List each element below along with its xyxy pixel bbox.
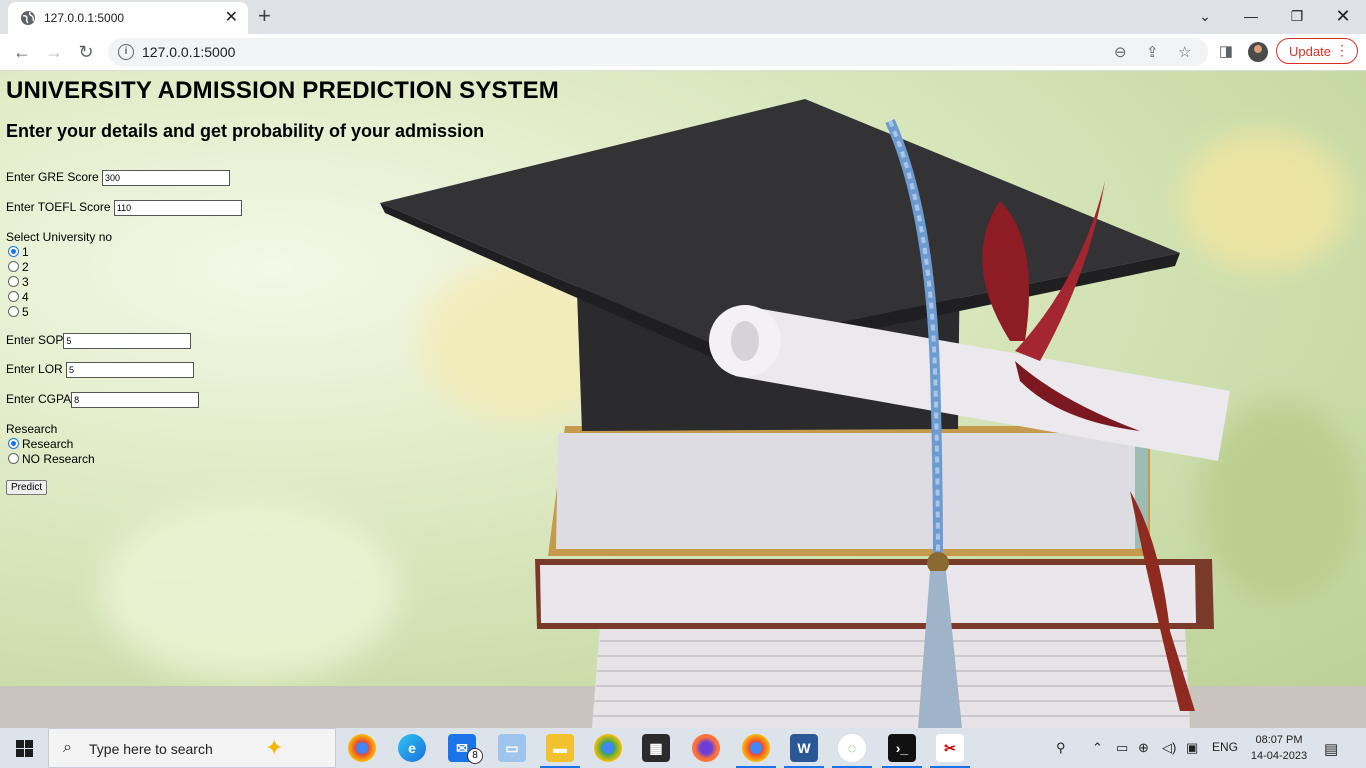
search-icon: ⌕ xyxy=(63,739,72,756)
university-option-label: 3 xyxy=(22,275,29,289)
university-option-3[interactable]: 3 xyxy=(8,275,29,289)
page-subtitle: Enter your details and get probability o… xyxy=(6,121,485,141)
university-option-2[interactable]: 2 xyxy=(8,260,29,274)
radio-selected-icon[interactable] xyxy=(8,438,19,449)
url-text[interactable]: 127.0.0.1:5000 xyxy=(142,44,235,60)
gre-row: Enter GRE Score xyxy=(6,170,231,186)
toefl-score-input[interactable] xyxy=(113,200,242,216)
research-option-label: NO Research xyxy=(22,452,95,466)
tab-search-chevron-icon[interactable]: ⌄ xyxy=(1190,5,1220,27)
back-icon[interactable]: ← xyxy=(10,40,34,64)
zoom-icon[interactable]: ⊖ xyxy=(1114,43,1127,61)
research-option-yes[interactable]: Research xyxy=(8,437,73,451)
browser-toolbar: ← → ↻ i 127.0.0.1:5000 ⊖ ⇪ ☆ ◨ Update ⋮ xyxy=(0,34,1366,71)
research-label: Research xyxy=(6,422,58,436)
research-option-label: Research xyxy=(22,437,74,451)
address-bar[interactable]: i 127.0.0.1:5000 ⊖ ⇪ ☆ xyxy=(108,38,1208,66)
tab-title: 127.0.0.1:5000 xyxy=(44,11,125,25)
radio-icon[interactable] xyxy=(8,306,19,317)
update-button[interactable]: Update ⋮ xyxy=(1276,38,1358,64)
meet-now-icon[interactable]: ▣ xyxy=(1186,740,1198,756)
sop-input[interactable] xyxy=(63,333,192,349)
site-info-icon[interactable]: i xyxy=(118,44,134,60)
toefl-label: Enter TOEFL Score xyxy=(6,200,111,215)
university-option-4[interactable]: 4 xyxy=(8,290,29,304)
university-label: Select University no xyxy=(6,230,113,244)
reload-icon[interactable]: ↻ xyxy=(74,40,98,64)
tab-strip: 127.0.0.1:5000 ✕ + ⌄ — ❐ ✕ xyxy=(0,0,1366,34)
share-icon[interactable]: ⇪ xyxy=(1146,43,1159,61)
pc-icon[interactable]: ▭ xyxy=(498,734,526,762)
mail-badge: 8 xyxy=(467,748,483,764)
chrome-active-icon[interactable] xyxy=(736,734,776,768)
research-option-no[interactable]: NO Research xyxy=(8,452,95,466)
lor-input[interactable] xyxy=(66,362,195,378)
cgpa-label: Enter CGPA xyxy=(6,392,72,407)
sop-row: Enter SOP xyxy=(6,333,192,349)
page-viewport: UNIVERSITY ADMISSION PREDICTION SYSTEM E… xyxy=(0,71,1366,728)
windows-start-icon[interactable] xyxy=(16,740,33,757)
file-explorer-icon[interactable]: ▬ xyxy=(540,734,580,768)
side-panel-icon[interactable]: ◨ xyxy=(1214,40,1238,64)
radio-icon[interactable] xyxy=(8,453,19,464)
chevron-up-icon[interactable]: ⌃ xyxy=(1092,740,1103,756)
predict-button[interactable]: Predict xyxy=(6,480,48,495)
university-option-5[interactable]: 5 xyxy=(8,305,29,319)
chrome-profile-icon[interactable] xyxy=(594,734,622,762)
windows-taskbar: ⌕ Type here to search ✦ e ✉ 8 ▭ ▬ ▦ W ◌ … xyxy=(0,728,1366,768)
new-tab-icon[interactable]: + xyxy=(258,4,271,28)
radio-icon[interactable] xyxy=(8,291,19,302)
cgpa-input[interactable] xyxy=(71,392,200,408)
radio-icon[interactable] xyxy=(8,261,19,272)
profile-avatar[interactable] xyxy=(1248,42,1268,62)
update-label: Update xyxy=(1289,44,1331,59)
bookmark-star-icon[interactable]: ☆ xyxy=(1178,43,1191,61)
sop-label: Enter SOP xyxy=(6,333,64,348)
page-title: UNIVERSITY ADMISSION PREDICTION SYSTEM xyxy=(6,77,560,104)
search-highlight-icon: ✦ xyxy=(265,735,284,760)
restore-icon[interactable]: ❐ xyxy=(1282,5,1312,27)
cgpa-row: Enter CGPA xyxy=(6,392,200,408)
forward-icon[interactable]: → xyxy=(42,40,66,64)
battery-icon[interactable]: ▭ xyxy=(1116,740,1128,756)
university-option-label: 4 xyxy=(22,290,29,304)
close-tab-icon[interactable]: ✕ xyxy=(225,9,238,27)
university-option-1[interactable]: 1 xyxy=(8,245,29,259)
lor-row: Enter LOR xyxy=(6,362,195,378)
minimize-icon[interactable]: — xyxy=(1236,5,1266,27)
taskbar-search[interactable]: ⌕ Type here to search ✦ xyxy=(48,728,336,768)
search-placeholder: Type here to search xyxy=(89,741,213,757)
clock-date: 14-04-2023 xyxy=(1250,750,1308,762)
radio-selected-icon[interactable] xyxy=(8,246,19,257)
volume-icon[interactable]: ◁) xyxy=(1162,740,1176,756)
notifications-icon[interactable]: ▤ xyxy=(1324,740,1338,758)
toefl-row: Enter TOEFL Score xyxy=(6,200,242,216)
network-icon[interactable]: ⊕ xyxy=(1138,740,1149,756)
gre-label: Enter GRE Score xyxy=(6,170,99,185)
university-option-label: 1 xyxy=(22,245,29,259)
globe-icon xyxy=(21,11,35,25)
people-icon[interactable]: ⚲ xyxy=(1056,740,1066,756)
gre-score-input[interactable] xyxy=(102,170,231,186)
snipping-tool-icon[interactable]: ✂ xyxy=(930,734,970,768)
taskbar-clock[interactable]: 08:07 PM 14-04-2023 xyxy=(1246,732,1312,764)
clock-time: 08:07 PM xyxy=(1255,734,1303,746)
edge-icon[interactable]: e xyxy=(398,734,426,762)
university-option-label: 2 xyxy=(22,260,29,274)
browser-tab[interactable]: 127.0.0.1:5000 ✕ xyxy=(8,2,248,34)
firefox-icon[interactable] xyxy=(692,734,720,762)
word-icon[interactable]: W xyxy=(784,734,824,768)
menu-dots-icon: ⋮ xyxy=(1335,42,1349,58)
terminal-icon[interactable]: ›_ xyxy=(882,734,922,768)
language-indicator[interactable]: ENG xyxy=(1212,740,1238,754)
lor-label: Enter LOR xyxy=(6,362,63,377)
chrome-icon[interactable] xyxy=(348,734,376,762)
close-window-icon[interactable]: ✕ xyxy=(1328,5,1358,27)
university-option-label: 5 xyxy=(22,305,29,319)
store-icon[interactable]: ▦ xyxy=(642,734,670,762)
refresh-app-icon[interactable]: ◌ xyxy=(832,734,872,768)
radio-icon[interactable] xyxy=(8,276,19,287)
